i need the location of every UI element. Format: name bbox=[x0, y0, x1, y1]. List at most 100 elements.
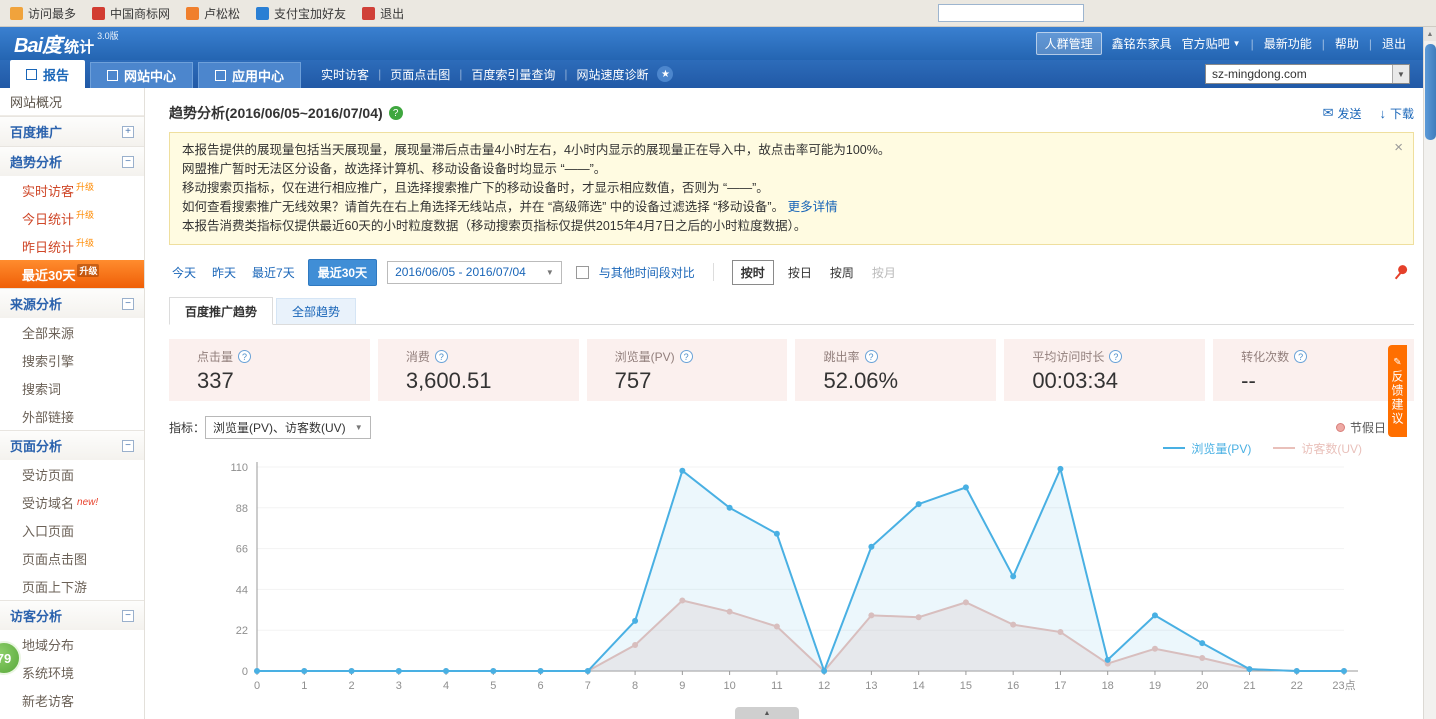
pencil-icon: ✎ bbox=[1393, 357, 1401, 368]
sidebar-item-site-overview[interactable]: 网站概况 bbox=[0, 88, 144, 116]
sidebar-item-search-terms[interactable]: 搜索词 bbox=[0, 374, 144, 402]
sidebar-item-geo-distribution[interactable]: 地域分布 bbox=[0, 630, 144, 658]
metric-label-row: 浏览量(PV) ? bbox=[615, 348, 788, 365]
sidebar-item-visited-pages[interactable]: 受访页面 bbox=[0, 460, 144, 488]
tab-baidu-promotion-trend[interactable]: 百度推广趋势 bbox=[169, 297, 273, 325]
sidebar-item-realtime-visitors[interactable]: 实时访客 升级 bbox=[0, 176, 144, 204]
divider: | bbox=[564, 67, 567, 81]
collapse-icon[interactable]: − bbox=[122, 440, 134, 452]
bookmark-lusongsong[interactable]: 卢松松 bbox=[186, 5, 240, 22]
scrollbar-thumb[interactable] bbox=[1425, 44, 1436, 140]
feedback-button[interactable]: ✎ 反馈建议 bbox=[1388, 345, 1407, 437]
help-icon[interactable]: ? bbox=[238, 350, 251, 363]
collapse-icon[interactable]: − bbox=[122, 610, 134, 622]
range-last-30-days[interactable]: 最近30天 bbox=[308, 259, 377, 286]
bookmark-logout[interactable]: 退出 bbox=[362, 5, 404, 22]
crowd-manage-button[interactable]: 人群管理 bbox=[1036, 32, 1102, 55]
legend-uv-swatch bbox=[1273, 447, 1295, 449]
sidebar-item-search-engines[interactable]: 搜索引擎 bbox=[0, 346, 144, 374]
quick-link-realtime-visitors[interactable]: 实时访客 bbox=[321, 66, 369, 83]
sidebar-item-page-click-map[interactable]: 页面点击图 bbox=[0, 544, 144, 572]
sidebar-section-baidu-promotion[interactable]: 百度推广 + bbox=[0, 116, 144, 146]
quick-link-index-query[interactable]: 百度索引量查询 bbox=[471, 66, 555, 83]
granularity-daily[interactable]: 按日 bbox=[784, 264, 816, 281]
range-yesterday[interactable]: 昨天 bbox=[209, 264, 239, 281]
svg-text:2: 2 bbox=[348, 680, 354, 692]
compare-checkbox[interactable] bbox=[576, 266, 589, 279]
sidebar-item-page-flow[interactable]: 页面上下游 bbox=[0, 572, 144, 600]
range-last-7-days[interactable]: 最近7天 bbox=[249, 264, 298, 281]
legend-pv[interactable]: 浏览量(PV) bbox=[1163, 440, 1251, 457]
baidu-tongji-logo: Bai度统计3.0版 bbox=[14, 29, 119, 58]
pin-icon[interactable] bbox=[1389, 261, 1412, 284]
tieba-link[interactable]: 官方贴吧 ▼ bbox=[1182, 35, 1241, 52]
help-icon[interactable]: ? bbox=[435, 350, 448, 363]
scroll-up-arrow[interactable]: ▲ bbox=[1424, 27, 1436, 41]
account-name-link[interactable]: 鑫铭东家具 bbox=[1112, 35, 1172, 52]
expand-icon[interactable]: + bbox=[122, 126, 134, 138]
metric-value: 00:03:34 bbox=[1032, 368, 1205, 394]
help-icon[interactable]: ? bbox=[389, 106, 403, 120]
granularity-weekly[interactable]: 按周 bbox=[826, 264, 858, 281]
tab-all-trend[interactable]: 全部趋势 bbox=[276, 298, 356, 324]
sidebar-label: 搜索引擎 bbox=[22, 351, 74, 370]
sidebar-item-external-links[interactable]: 外部链接 bbox=[0, 402, 144, 430]
bookmark-most-visited[interactable]: 访问最多 bbox=[10, 5, 76, 22]
more-details-link[interactable]: 更多详情 bbox=[788, 200, 838, 214]
bookmark-label: 访问最多 bbox=[28, 5, 76, 22]
main-content: 趋势分析(2016/06/05~2016/07/04) ? ✉ 发送 ↓ 下载 … bbox=[145, 88, 1436, 719]
vertical-scrollbar[interactable]: ▲ bbox=[1423, 27, 1436, 719]
sidebar-item-entry-pages[interactable]: 入口页面 bbox=[0, 516, 144, 544]
body-wrap: 网站概况 百度推广 + 趋势分析 − 实时访客 升级 今日统计 升级 昨日统计 … bbox=[0, 88, 1436, 719]
svg-text:18: 18 bbox=[1102, 680, 1114, 692]
tab-app-center[interactable]: 应用中心 bbox=[198, 62, 301, 88]
help-icon[interactable]: ? bbox=[865, 350, 878, 363]
metric-card-bounce-rate: 跳出率 ? 52.06% bbox=[795, 339, 996, 401]
sidebar-label: 网站概况 bbox=[10, 92, 62, 111]
quick-link-speed-diagnosis[interactable]: 网站速度诊断 bbox=[576, 66, 648, 83]
indicator-select[interactable]: 浏览量(PV)、访客数(UV) ▼ bbox=[205, 416, 371, 439]
send-button[interactable]: ✉ 发送 bbox=[1323, 105, 1362, 122]
new-features-link[interactable]: 最新功能 bbox=[1264, 35, 1312, 52]
tab-site-center[interactable]: 网站中心 bbox=[90, 62, 193, 88]
collapse-icon[interactable]: − bbox=[122, 298, 134, 310]
help-link[interactable]: 帮助 bbox=[1335, 35, 1359, 52]
granularity-hourly[interactable]: 按时 bbox=[732, 260, 774, 285]
date-range-select[interactable]: 2016/06/05 - 2016/07/04 ▼ bbox=[387, 261, 562, 284]
sidebar-section-trend-analysis[interactable]: 趋势分析 − bbox=[0, 146, 144, 176]
svg-text:110: 110 bbox=[230, 462, 248, 474]
help-icon[interactable]: ? bbox=[1294, 350, 1307, 363]
sidebar-section-source-analysis[interactable]: 来源分析 − bbox=[0, 288, 144, 318]
range-today[interactable]: 今天 bbox=[169, 264, 199, 281]
quick-link-page-click-map[interactable]: 页面点击图 bbox=[390, 66, 450, 83]
sidebar-item-last-30-days[interactable]: 最近30天 升级 bbox=[0, 260, 144, 288]
trend-line-chart: 0224466881100123456789101112131415161718… bbox=[169, 457, 1384, 715]
sidebar-section-visitor-analysis[interactable]: 访客分析 − bbox=[0, 600, 144, 630]
logout-link[interactable]: 退出 bbox=[1382, 35, 1406, 52]
collapse-icon[interactable]: − bbox=[122, 156, 134, 168]
holiday-toggle[interactable]: 节假日 bbox=[1336, 419, 1386, 436]
browser-toolbar-input[interactable] bbox=[938, 4, 1084, 22]
bookmark-trademark-site[interactable]: 中国商标网 bbox=[92, 5, 170, 22]
sidebar-item-today-stats[interactable]: 今日统计 升级 bbox=[0, 204, 144, 232]
svg-text:17: 17 bbox=[1054, 680, 1066, 692]
sidebar-item-all-sources[interactable]: 全部来源 bbox=[0, 318, 144, 346]
sidebar-section-label: 趋势分析 bbox=[10, 152, 62, 171]
sidebar-item-system-environment[interactable]: 系统环境 bbox=[0, 658, 144, 686]
sidebar-section-label: 页面分析 bbox=[10, 436, 62, 455]
bookmark-alipay[interactable]: 支付宝加好友 bbox=[256, 5, 346, 22]
download-button[interactable]: ↓ 下载 bbox=[1379, 105, 1414, 122]
sidebar-section-page-analysis[interactable]: 页面分析 − bbox=[0, 430, 144, 460]
collapse-panel-handle[interactable]: ▲ bbox=[735, 707, 799, 719]
sidebar-item-new-vs-returning[interactable]: 新老访客 bbox=[0, 686, 144, 714]
site-selector[interactable]: sz-mingdong.com ▼ bbox=[1205, 64, 1410, 84]
svg-text:15: 15 bbox=[960, 680, 972, 692]
help-icon[interactable]: ? bbox=[680, 350, 693, 363]
close-icon[interactable]: × bbox=[1394, 138, 1403, 157]
sidebar-item-yesterday-stats[interactable]: 昨日统计 升级 bbox=[0, 232, 144, 260]
tab-report[interactable]: 报告 bbox=[10, 60, 85, 88]
legend-uv[interactable]: 访客数(UV) bbox=[1273, 440, 1362, 457]
help-icon[interactable]: ? bbox=[1109, 350, 1122, 363]
sidebar-item-visited-domains[interactable]: 受访域名 new! bbox=[0, 488, 144, 516]
compare-label[interactable]: 与其他时间段对比 bbox=[599, 264, 695, 281]
